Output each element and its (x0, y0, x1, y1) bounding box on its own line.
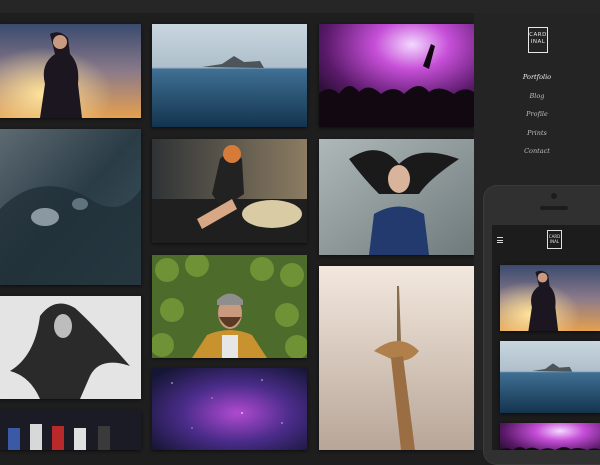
photo-concert[interactable] (319, 24, 474, 127)
mobile-brand-logo[interactable]: CARD INAL (547, 230, 562, 249)
photo-woman-car[interactable] (152, 139, 307, 243)
logo-line-1: CARD (529, 32, 547, 38)
photo-woman-blue-dress[interactable] (319, 139, 474, 255)
photo-band[interactable] (0, 410, 141, 450)
mobile-logo-line-2: INAL (549, 239, 560, 244)
brand-logo[interactable]: CARD INAL (528, 27, 548, 53)
nav-item-contact[interactable]: Contact (474, 146, 600, 165)
photo-sculpture-tower[interactable] (319, 266, 474, 450)
photo-woman-sunset[interactable] (0, 24, 141, 118)
phone-camera (551, 193, 557, 199)
phone-screen (492, 225, 600, 450)
photo-sea-island[interactable] (152, 24, 307, 127)
photo-water-splash[interactable] (0, 129, 141, 285)
nav-item-portfolio[interactable]: Portfolio (474, 72, 600, 91)
mobile-photo-concert[interactable] (500, 423, 600, 450)
main-nav: Portfolio Blog Profile Prints Contact (474, 72, 600, 165)
phone-speaker (540, 206, 568, 210)
nav-item-prints[interactable]: Prints (474, 128, 600, 147)
photo-woman-hair-bw[interactable] (0, 296, 141, 399)
mobile-photo-woman-sunset[interactable] (500, 265, 600, 331)
mobile-photo-sea-island[interactable] (500, 341, 600, 413)
logo-line-2: INAL (530, 39, 546, 45)
hamburger-icon[interactable] (497, 237, 503, 243)
photo-galaxy[interactable] (152, 368, 307, 450)
photo-bearded-man[interactable] (152, 255, 307, 358)
top-bar (0, 0, 600, 13)
nav-item-profile[interactable]: Profile (474, 109, 600, 128)
nav-item-blog[interactable]: Blog (474, 91, 600, 110)
